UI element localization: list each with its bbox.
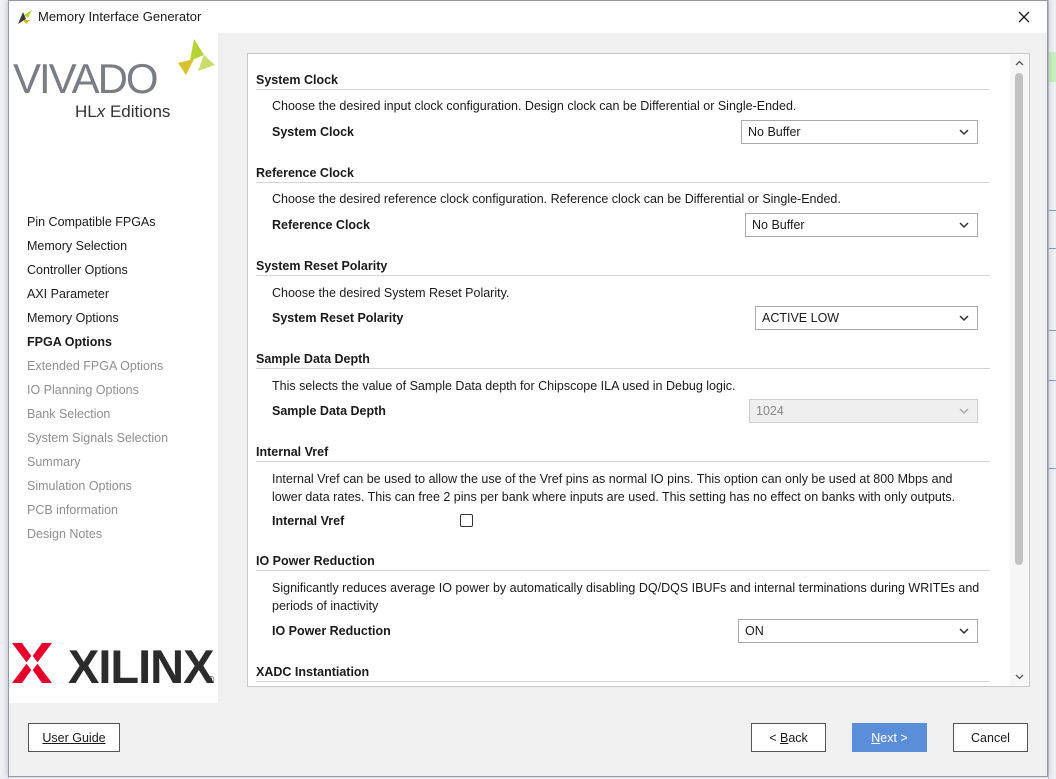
io-power-description-line1: Significantly reduces average IO power b… [272,581,980,595]
nav-item-simulation-options: Simulation Options [27,479,132,493]
internal-vref-label: Internal Vref [272,514,345,528]
window-title: Memory Interface Generator [38,9,202,24]
options-scroll-area: System Clock Choose the desired input cl… [248,54,1008,686]
scroll-down-button[interactable] [1010,669,1028,685]
chevron-down-icon [959,222,969,229]
nav-item-fpga-options[interactable]: FPGA Options [27,330,217,354]
io-power-select[interactable]: ON [738,619,978,643]
wizard-nav: Pin Compatible FPGAs Memory Selection Co… [27,210,217,546]
cancel-button[interactable]: Cancel [953,723,1028,752]
options-panel: System Clock Choose the desired input cl… [247,53,1030,687]
chevron-down-icon [959,315,969,322]
section-title: Sample Data Depth [256,349,990,369]
system-clock-select[interactable]: No Buffer [741,120,978,144]
nav-item-memory-options[interactable]: Memory Options [27,306,217,330]
back-button[interactable]: < Back [751,723,826,752]
nav-item-system-signals-selection: System Signals Selection [27,431,169,445]
section-title: System Clock [256,70,990,90]
chevron-down-icon [959,628,969,635]
vivado-leaf-icon [178,39,215,75]
nav-item-axi-parameter[interactable]: AXI Parameter [27,282,217,306]
section-internal-vref: Internal Vref [256,442,990,462]
mig-dialog: Memory Interface Generator VIVADO HLx Ed… [8,0,1048,777]
nav-item-extended-fpga-options: Extended FPGA Options [27,359,164,373]
section-title: System Reset Polarity [256,256,990,276]
vivado-logo: VIVADO HLx Editions [9,33,218,123]
close-icon [1018,11,1030,23]
section-title: IO Power Reduction [256,551,990,571]
nav-item-io-planning-options: IO Planning Options [27,383,139,397]
nav-item-controller-options[interactable]: Controller Options [27,258,217,282]
sample-depth-description: This selects the value of Sample Data de… [272,379,736,393]
sample-depth-select: 1024 [749,399,978,423]
nav-item-memory-selection[interactable]: Memory Selection [27,234,217,258]
system-clock-description: Choose the desired input clock configura… [272,99,797,113]
section-system-clock: System Clock [256,70,990,90]
reference-clock-select[interactable]: No Buffer [745,213,978,237]
scroll-thumb[interactable] [1015,73,1023,565]
scroll-up-button[interactable] [1010,55,1028,71]
sample-depth-label: Sample Data Depth [272,404,386,418]
background-app-right [1048,0,1056,779]
xilinx-x-icon [12,643,52,683]
reset-polarity-label: System Reset Polarity [272,311,404,325]
dialog-footer: User Guide < Back Next > Cancel [9,703,1047,776]
system-clock-label: System Clock [272,125,354,139]
nav-item-design-notes: Design Notes [27,527,103,541]
xilinx-logo: XILINX ® [12,635,218,693]
io-power-label: IO Power Reduction [272,624,391,638]
chevron-up-icon [1015,60,1023,66]
chevron-down-icon [1015,674,1023,680]
section-title: Reference Clock [256,163,990,183]
section-title: Internal Vref [256,442,990,462]
nav-item-bank-selection: Bank Selection [27,407,111,421]
next-button[interactable]: Next > [852,723,927,752]
vivado-app-icon [18,10,32,24]
nav-item-pin-compatible-fpgas[interactable]: Pin Compatible FPGAs [27,210,217,234]
chevron-down-icon [959,129,969,136]
user-guide-button[interactable]: User Guide [28,723,120,752]
hlx-editions: HLx Editions [75,102,171,121]
reset-polarity-description: Choose the desired System Reset Polarity… [272,286,510,300]
section-io-power-reduction: IO Power Reduction [256,551,990,571]
vertical-scrollbar[interactable] [1010,55,1028,685]
internal-vref-description-line1: Internal Vref can be used to allow the u… [272,472,953,486]
internal-vref-description-line2: lower data rates. This can free 2 pins p… [272,490,956,504]
section-xadc-instantiation: XADC Instantiation [256,662,990,682]
internal-vref-checkbox[interactable] [460,514,473,527]
title-bar: Memory Interface Generator [9,1,1047,33]
section-system-reset-polarity: System Reset Polarity [256,256,990,276]
reset-polarity-select[interactable]: ACTIVE LOW [755,306,978,330]
sidebar: VIVADO HLx Editions Pin Compatible FPGAs… [9,33,218,703]
section-reference-clock: Reference Clock [256,163,990,183]
io-power-description-line2: periods of inactivity [272,599,379,613]
nav-item-summary: Summary [27,455,81,469]
close-button[interactable] [1001,1,1047,33]
reference-clock-label: Reference Clock [272,218,370,232]
nav-item-pcb-information: PCB information [27,503,119,517]
section-title: XADC Instantiation [256,662,990,682]
reference-clock-description: Choose the desired reference clock confi… [272,192,841,206]
section-sample-data-depth: Sample Data Depth [256,349,990,369]
chevron-down-icon [959,408,969,415]
